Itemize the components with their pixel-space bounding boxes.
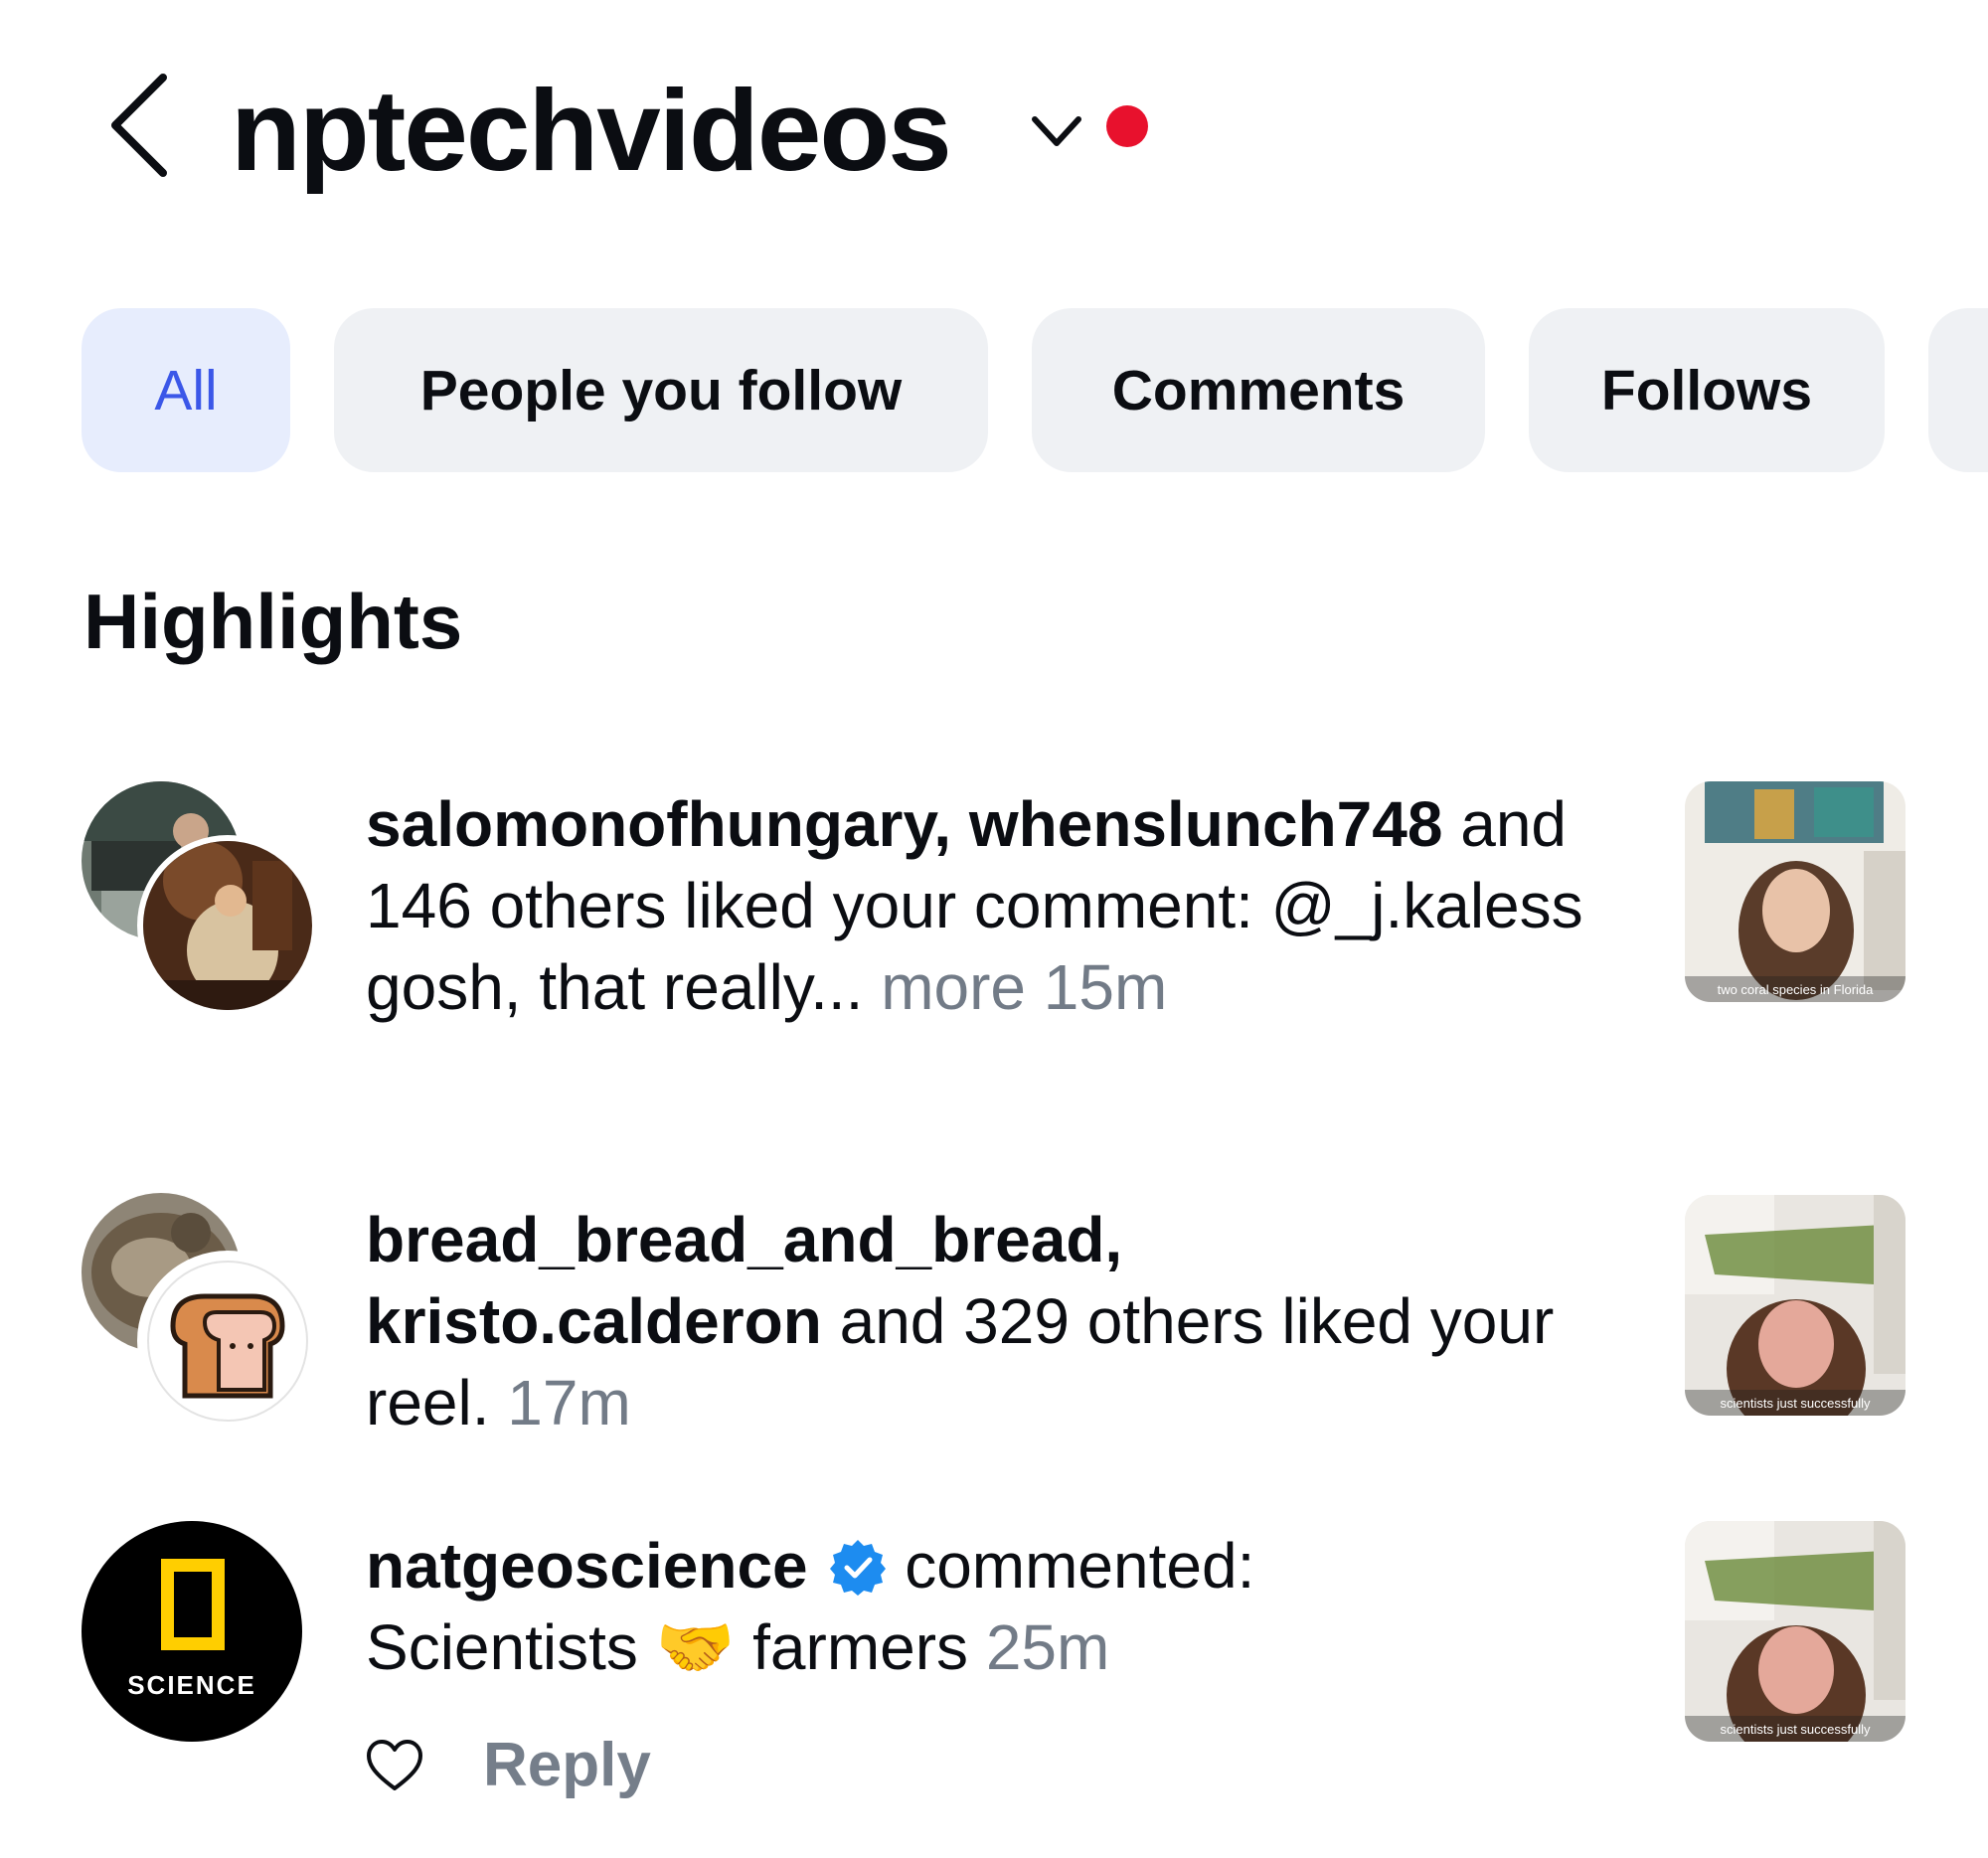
comment-text: Scientists 🤝 farmers — [366, 1611, 969, 1683]
avatar[interactable] — [137, 1251, 318, 1432]
heart-icon[interactable] — [366, 1739, 423, 1792]
timestamp: 25m — [968, 1611, 1110, 1683]
natgeo-logo — [161, 1559, 225, 1650]
post-thumbnail[interactable]: two coral species in Florida — [1685, 781, 1905, 1002]
thumbnail-caption: two coral species in Florida — [1718, 982, 1875, 997]
notification-dot — [1106, 105, 1148, 147]
post-thumbnail[interactable]: scientists just successfully — [1685, 1521, 1905, 1742]
filter-chip-more[interactable] — [1928, 308, 1988, 472]
notification-username[interactable]: bread_bread_and_bread, — [366, 1204, 1122, 1275]
filter-bar: All People you follow Comments Follows — [0, 308, 1988, 472]
filter-chip-people-you-follow[interactable]: People you follow — [334, 308, 988, 472]
comment-actions: Reply — [366, 1730, 651, 1800]
reply-button[interactable]: Reply — [483, 1730, 651, 1800]
verified-badge-icon — [830, 1540, 887, 1596]
filter-chip-all[interactable]: All — [82, 308, 290, 472]
account-username[interactable]: nptechvideos — [231, 62, 952, 200]
notification-usernames[interactable]: salomonofhungary, whenslunch748 — [366, 788, 1442, 860]
chevron-down-icon — [1032, 116, 1081, 146]
notification-text: commented: — [887, 1530, 1255, 1602]
post-thumbnail[interactable]: scientists just successfully — [1685, 1195, 1905, 1416]
thumbnail-caption: scientists just successfully — [1721, 1722, 1871, 1737]
more-link[interactable]: more — [863, 951, 1026, 1023]
notification-username[interactable]: kristo.calderon — [366, 1285, 822, 1357]
chevron-left-icon — [111, 74, 167, 177]
thumbnail-caption: scientists just successfully — [1721, 1396, 1871, 1411]
timestamp: 15m — [1026, 951, 1168, 1023]
notification-username[interactable]: natgeoscience — [366, 1530, 808, 1602]
filter-chip-comments[interactable]: Comments — [1032, 308, 1485, 472]
avatar[interactable]: SCIENCE — [82, 1521, 302, 1742]
bread-icon — [147, 1261, 308, 1422]
avatar[interactable] — [137, 835, 318, 1016]
back-button[interactable] — [107, 72, 171, 179]
section-title: Highlights — [83, 578, 463, 665]
filter-chip-follows[interactable]: Follows — [1529, 308, 1885, 472]
timestamp: 17m — [489, 1367, 631, 1438]
notification-item[interactable]: bread_bread_and_bread, kristo.calderon a… — [0, 1193, 1988, 1451]
notification-item[interactable]: salomonofhungary, whenslunch748 and 146 … — [0, 775, 1988, 1113]
account-switcher[interactable] — [1029, 111, 1084, 151]
notification-item[interactable]: SCIENCE natgeoscience commented: Scienti… — [0, 1519, 1988, 1857]
avatar-label: SCIENCE — [127, 1670, 256, 1700]
